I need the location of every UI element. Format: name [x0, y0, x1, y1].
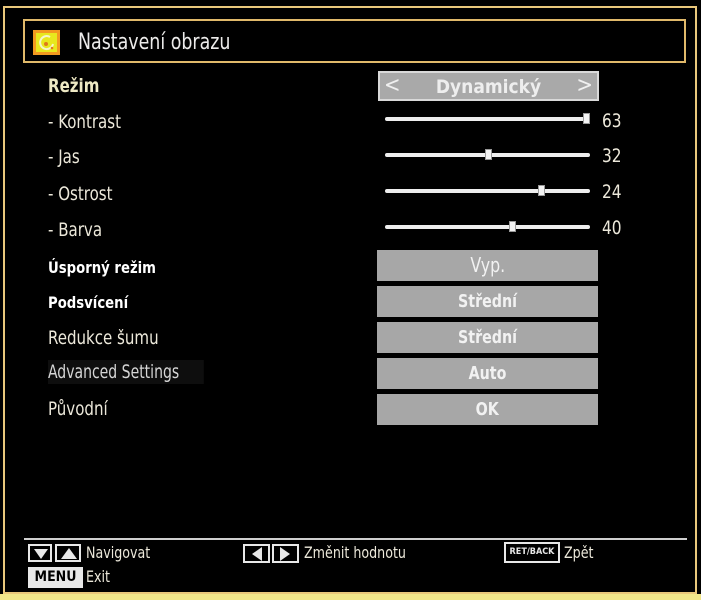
sharpness-value: 24 [602, 181, 622, 203]
menu-key-icon: MENU [28, 567, 83, 588]
chevron-right-icon[interactable]: > [576, 73, 593, 99]
contrast-slider[interactable] [385, 113, 590, 124]
mode-value: Dynamický [435, 76, 542, 98]
color-slider[interactable] [385, 221, 590, 232]
picture-settings-screen: Nastavení obrazu Režim < Dynamický > - K… [0, 0, 701, 600]
contrast-value: 63 [602, 110, 622, 132]
backlight-value: Střední [457, 291, 518, 312]
exit-hint: Exit [86, 567, 110, 586]
color-label: - Barva [48, 219, 103, 241]
mode-selector[interactable]: < Dynamický > [378, 71, 599, 101]
reset-label: Původní [48, 398, 108, 420]
left-arrow-key-icon [243, 544, 270, 563]
contrast-slider-thumb[interactable] [582, 113, 590, 124]
picture-settings-icon [33, 30, 60, 55]
sharpness-slider-thumb[interactable] [537, 185, 545, 196]
bottom-strip [0, 594, 701, 600]
mode-label: Režim [48, 75, 100, 97]
advanced-settings-value: Auto [468, 363, 507, 384]
change-value-hint: Změnit hodnotu [304, 543, 406, 562]
footer-divider [24, 538, 687, 540]
noise-reduction-label: Redukce šumu [48, 327, 159, 349]
reset-ok-value: OK [475, 399, 500, 420]
contrast-label: - Kontrast [48, 111, 121, 133]
advanced-settings-button[interactable]: Auto [377, 358, 598, 389]
ret-back-key-icon: RET/BACK [504, 542, 560, 563]
backlight-label: Podsvícení [48, 293, 129, 312]
sharpness-label: - Ostrost [48, 183, 113, 205]
noise-reduction-button[interactable]: Střední [377, 322, 598, 353]
page-title: Nastavení obrazu [78, 30, 231, 55]
color-value: 40 [602, 217, 622, 239]
advanced-settings-label[interactable]: Advanced Settings [48, 360, 204, 384]
up-arrow-key-icon [55, 544, 81, 562]
eco-mode-value: Vyp. [470, 253, 505, 277]
brightness-label: - Jas [48, 146, 80, 168]
sharpness-slider[interactable] [385, 185, 590, 196]
brightness-slider-thumb[interactable] [484, 149, 492, 160]
color-slider-thumb[interactable] [509, 221, 517, 232]
noise-reduction-value: Střední [457, 327, 518, 348]
eco-mode-label: Úsporný režim [48, 258, 156, 277]
back-hint: Zpět [564, 543, 594, 562]
backlight-button[interactable]: Střední [377, 286, 598, 317]
down-arrow-key-icon [28, 544, 52, 562]
brightness-value: 32 [602, 145, 622, 167]
navigate-hint: Navigovat [86, 543, 151, 562]
reset-ok-button[interactable]: OK [377, 394, 598, 425]
eco-mode-button[interactable]: Vyp. [377, 250, 598, 281]
right-arrow-key-icon [272, 544, 299, 563]
brightness-slider[interactable] [385, 149, 590, 160]
